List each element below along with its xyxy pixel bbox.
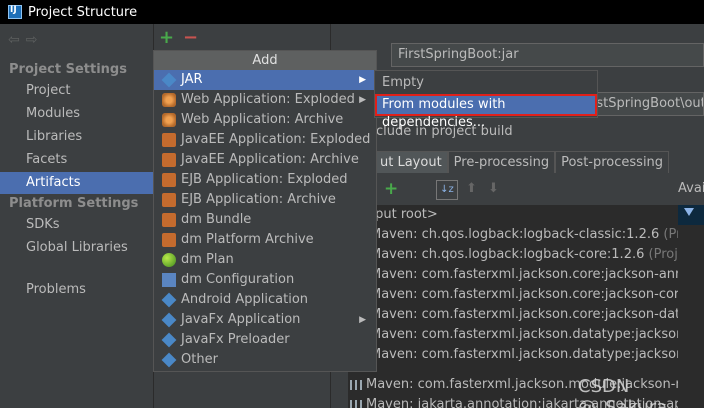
dm-bundle-icon (162, 233, 176, 247)
tab-pre-processing[interactable]: Pre-processing (447, 151, 556, 173)
layout-toolbar: + ↓z ⬆ ⬇ (374, 177, 704, 205)
web-app-icon (162, 113, 176, 127)
menu-item-web-application-exploded[interactable]: Web Application: Exploded ▶ (154, 90, 376, 110)
menu-item-dm-bundle[interactable]: dm Bundle (154, 210, 376, 230)
dm-config-icon (162, 273, 176, 287)
sort-icon[interactable]: ↓z (436, 180, 458, 200)
add-artifact-menu: Add JAR ▶ Web Application: Exploded ▶ We… (153, 50, 377, 372)
menu-item-web-application-archive[interactable]: Web Application: Archive (154, 110, 376, 130)
javaee-icon (162, 133, 176, 147)
sidebar-item-global-libraries[interactable]: Global Libraries (0, 237, 154, 259)
submenu-arrow-icon: ▶ (359, 95, 366, 105)
dm-bundle-icon (162, 213, 176, 227)
menu-item-dm-configuration[interactable]: dm Configuration (154, 270, 376, 290)
artifact-tabs: ut Layout Pre-processing Post-processing (374, 151, 670, 173)
menu-item-ejb-application-exploded[interactable]: EJB Application: Exploded (154, 170, 376, 190)
ejb-icon (162, 193, 176, 207)
menu-item-javaee-application-archive[interactable]: JavaEE Application: Archive (154, 150, 376, 170)
menu-item-label: JavaFx Preloader (181, 332, 290, 347)
menu-item-label: EJB Application: Archive (181, 192, 336, 207)
tree-row-output-root[interactable]: tput root> (370, 205, 438, 225)
window-title: Project Structure (28, 4, 138, 20)
menu-item-label: EJB Application: Exploded (181, 172, 348, 187)
menu-item-label: Android Application (181, 292, 309, 307)
menu-item-javaee-application-exploded[interactable]: JavaEE Application: Exploded (154, 130, 376, 150)
menu-item-android-application[interactable]: Android Application (154, 290, 376, 310)
tree-row[interactable]: Maven: com.fasterxml.jackson.core:jackso… (370, 305, 704, 325)
sidebar-item-problems[interactable]: Problems (0, 279, 154, 301)
tree-row[interactable]: Maven: ch.qos.logback:logback-classic:1.… (370, 225, 704, 245)
move-down-icon[interactable]: ⬇ (488, 181, 499, 196)
menu-item-other[interactable]: Other (154, 350, 376, 370)
move-up-icon[interactable]: ⬆ (466, 181, 477, 196)
tree-row-text: Maven: ch.qos.logback:logback-classic:1.… (370, 227, 660, 242)
sidebar-item-libraries[interactable]: Libraries (0, 126, 154, 148)
submenu-item-from-modules-with-dependencies[interactable]: From modules with dependencies... (375, 94, 597, 130)
dm-plan-icon (162, 253, 176, 267)
library-icon (350, 399, 362, 408)
jar-submenu: Empty From modules with dependencies... (374, 70, 598, 130)
platform-settings-heading: Platform Settings (9, 196, 139, 211)
submenu-arrow-icon: ▶ (359, 315, 366, 325)
tree-row[interactable]: Maven: com.fasterxml.jackson.datatype:ja… (370, 345, 704, 365)
sidebar-item-facets[interactable]: Facets (0, 149, 154, 171)
menu-item-label: dm Configuration (181, 272, 295, 287)
submenu-item-empty[interactable]: Empty (375, 72, 597, 94)
menu-item-javafx-application[interactable]: JavaFx Application ▶ (154, 310, 376, 330)
title-bar: Project Structure (0, 0, 704, 24)
jar-icon (161, 72, 177, 88)
menu-item-javafx-preloader[interactable]: JavaFx Preloader (154, 330, 376, 350)
javafx-icon (161, 312, 177, 328)
menu-item-label: JavaEE Application: Exploded (181, 132, 371, 147)
menu-item-label: Web Application: Exploded (181, 92, 355, 107)
menu-item-dm-plan[interactable]: dm Plan (154, 250, 376, 270)
menu-item-ejb-application-archive[interactable]: EJB Application: Archive (154, 190, 376, 210)
tab-post-processing[interactable]: Post-processing (555, 151, 670, 173)
expand-arrow-icon[interactable] (684, 208, 694, 216)
tree-row[interactable]: Maven: com.fasterxml.jackson.core:jackso… (370, 285, 704, 305)
artifact-name-field[interactable]: FirstSpringBoot:jar (391, 43, 704, 67)
android-icon (161, 292, 177, 308)
tree-row-text: Maven: ch.qos.logback:logback-core:1.2.6 (370, 247, 645, 262)
settings-sidebar: ⇦⇨ Project Settings Project Modules Libr… (0, 24, 154, 408)
add-element-icon[interactable]: + (384, 179, 398, 199)
tree-row[interactable]: Maven: ch.qos.logback:logback-core:1.2.6… (370, 245, 704, 265)
output-directory-field[interactable]: rstSpringBoot\out\ (590, 92, 704, 116)
watermark-text: CSDN @_Sakura (578, 376, 668, 408)
sidebar-item-project[interactable]: Project (0, 80, 154, 102)
sidebar-item-sdks[interactable]: SDKs (0, 214, 154, 236)
remove-artifact-icon[interactable]: − (183, 27, 198, 48)
available-elements-label: Avai (678, 181, 704, 196)
tree-row[interactable]: Maven: com.fasterxml.jackson.core:jackso… (370, 265, 704, 285)
submenu-arrow-icon: ▶ (359, 75, 366, 85)
other-icon (161, 352, 177, 368)
tab-output-layout[interactable]: ut Layout (374, 151, 448, 173)
menu-item-label: dm Bundle (181, 212, 252, 227)
tree-row[interactable]: Maven: com.fasterxml.jackson.datatype:ja… (370, 325, 704, 345)
menu-item-label: Web Application: Archive (181, 112, 344, 127)
sidebar-item-artifacts[interactable]: Artifacts (0, 172, 154, 194)
menu-item-label: JavaEE Application: Archive (181, 152, 359, 167)
library-icon (350, 379, 362, 390)
menu-header: Add (154, 51, 376, 70)
web-app-icon (162, 93, 176, 107)
menu-item-label: Other (181, 352, 218, 367)
ejb-icon (162, 173, 176, 187)
nav-back-forward-icon[interactable]: ⇦⇨ (8, 32, 43, 48)
menu-item-label: JAR (181, 72, 203, 87)
add-artifact-icon[interactable]: + (159, 27, 174, 48)
menu-item-dm-platform-archive[interactable]: dm Platform Archive (154, 230, 376, 250)
project-settings-heading: Project Settings (9, 62, 127, 77)
available-elements-row[interactable] (678, 205, 704, 225)
menu-item-jar[interactable]: JAR ▶ (154, 70, 376, 90)
javaee-icon (162, 153, 176, 167)
menu-item-label: dm Plan (181, 252, 234, 267)
sidebar-item-modules[interactable]: Modules (0, 103, 154, 125)
javafx-icon (161, 332, 177, 348)
menu-item-label: JavaFx Application (181, 312, 301, 327)
menu-item-label: dm Platform Archive (181, 232, 314, 247)
intellij-app-icon (8, 5, 22, 19)
